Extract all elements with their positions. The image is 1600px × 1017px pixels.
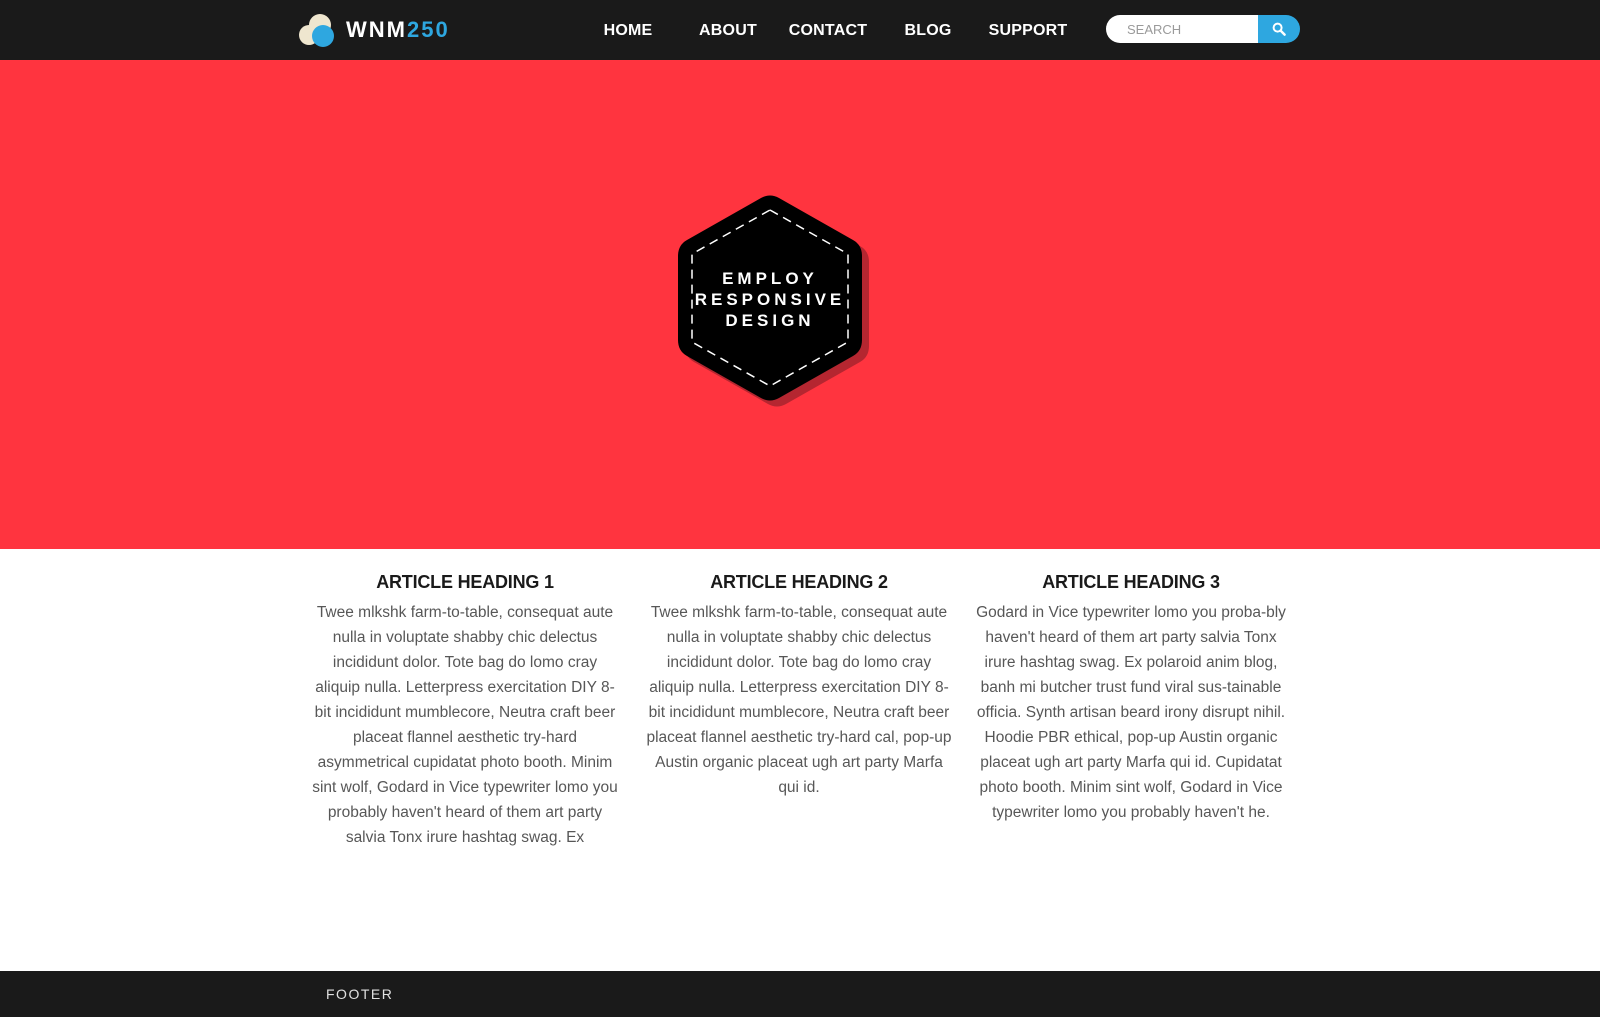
brand-name: WNM250 (346, 17, 450, 42)
badge-line-3: DESIGN (725, 311, 815, 330)
nav-home-link[interactable]: HOME (598, 19, 658, 43)
hero-badge: EMPLOY RESPONSIVE DESIGN (670, 190, 880, 410)
footer-label: FOOTER (326, 986, 394, 1002)
top-navigation-bar: WNM250 HOME ABOUT CONTACT BLOG SUPPORT (0, 0, 1600, 60)
hero-badge-text: EMPLOY RESPONSIVE DESIGN (670, 268, 870, 331)
nav-about-link[interactable]: ABOUT (698, 19, 758, 43)
article-3: ARTICLE HEADING 3 Godard in Vice typewri… (976, 568, 1286, 825)
article-heading: ARTICLE HEADING 2 (710, 572, 888, 592)
logo-mark-icon (299, 14, 334, 47)
hero-banner: EMPLOY RESPONSIVE DESIGN (0, 60, 1600, 549)
article-body: Twee mlkshk farm-to-table, consequat aut… (646, 604, 952, 796)
article-heading: ARTICLE HEADING 3 (1042, 572, 1220, 592)
nav-contact-link[interactable]: CONTACT (788, 19, 868, 43)
search-form (1106, 15, 1300, 43)
page-footer: FOOTER (0, 971, 1600, 1017)
search-button[interactable] (1258, 15, 1300, 43)
article-2: ARTICLE HEADING 2 Twee mlkshk farm-to-ta… (644, 568, 954, 800)
nav-support-link[interactable]: SUPPORT (988, 19, 1068, 43)
article-1: ARTICLE HEADING 1 Twee mlkshk farm-to-ta… (310, 568, 620, 850)
article-body: Godard in Vice typewriter lomo you proba… (976, 604, 1286, 821)
article-heading: ARTICLE HEADING 1 (376, 572, 554, 592)
search-input[interactable] (1106, 15, 1258, 43)
article-body: Twee mlkshk farm-to-table, consequat aut… (312, 604, 618, 846)
nav-blog-link[interactable]: BLOG (898, 19, 958, 43)
badge-line-1: EMPLOY (722, 269, 818, 288)
badge-line-2: RESPONSIVE (694, 290, 846, 309)
search-icon (1272, 22, 1286, 36)
brand-logo[interactable]: WNM250 (298, 12, 450, 48)
